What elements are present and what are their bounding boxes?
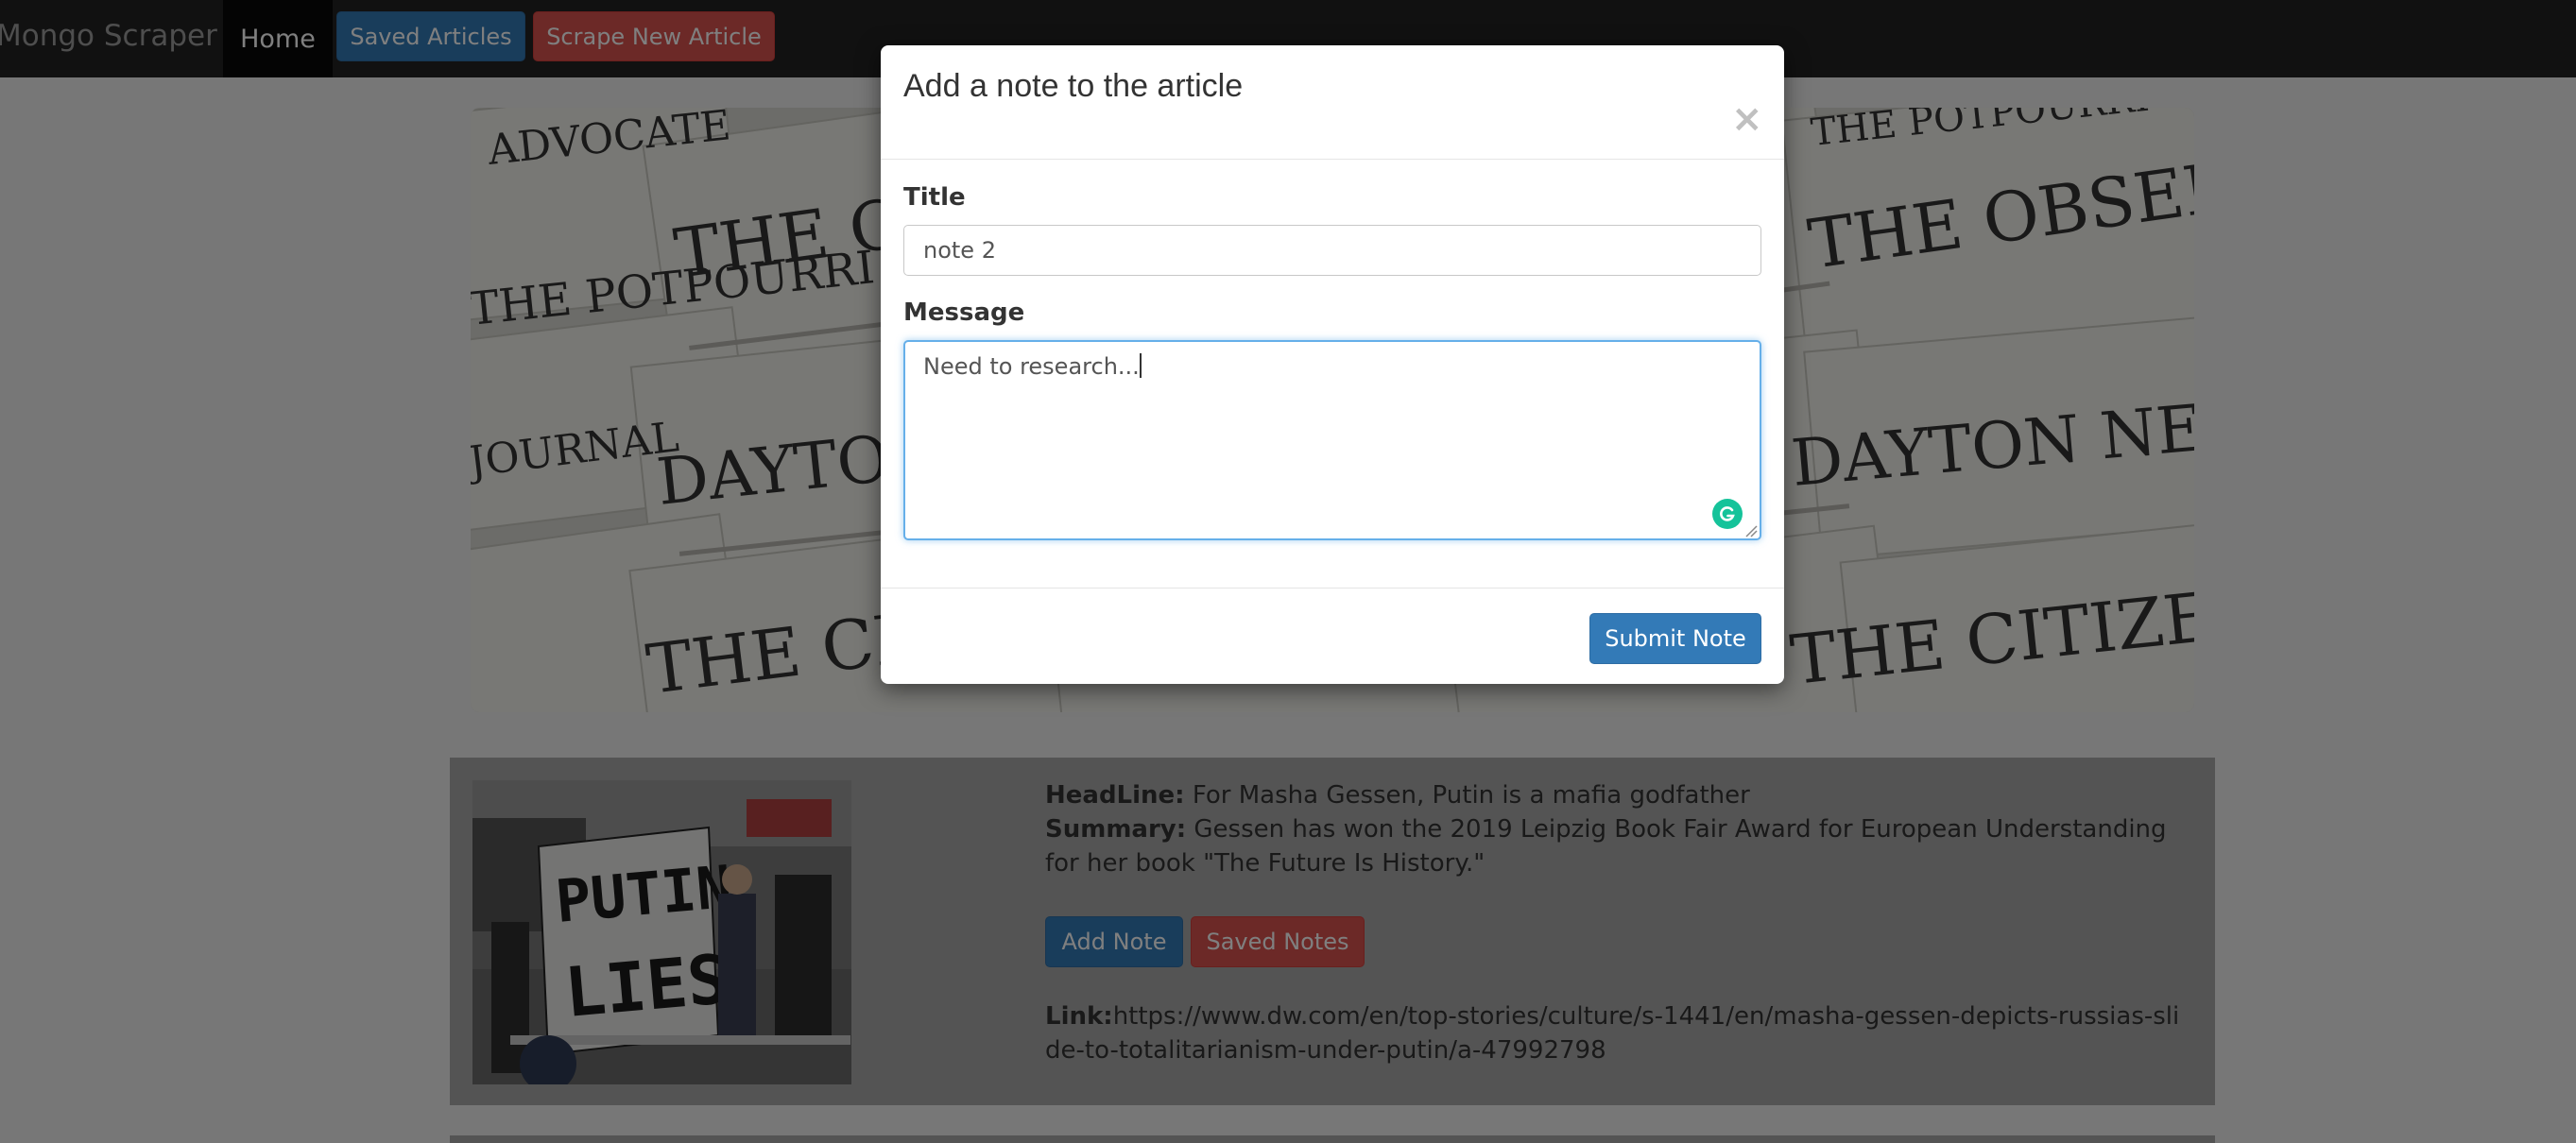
add-note-modal: Add a note to the article × Title note 2… [881, 45, 1784, 684]
message-label: Message [903, 299, 1025, 327]
grammarly-icon[interactable] [1712, 499, 1743, 529]
close-icon[interactable]: × [1731, 100, 1763, 138]
title-input[interactable]: note 2 [903, 225, 1761, 276]
title-label: Title [903, 183, 966, 212]
modal-footer: Submit Note [881, 588, 1784, 684]
modal-title: Add a note to the article [903, 68, 1244, 104]
text-caret [1139, 353, 1142, 378]
message-textarea[interactable]: Need to research... [903, 340, 1761, 540]
message-text: Need to research... [923, 353, 1140, 380]
submit-note-button[interactable]: Submit Note [1589, 613, 1761, 664]
resize-handle-icon[interactable] [1744, 523, 1758, 537]
modal-header: Add a note to the article × [881, 45, 1784, 160]
